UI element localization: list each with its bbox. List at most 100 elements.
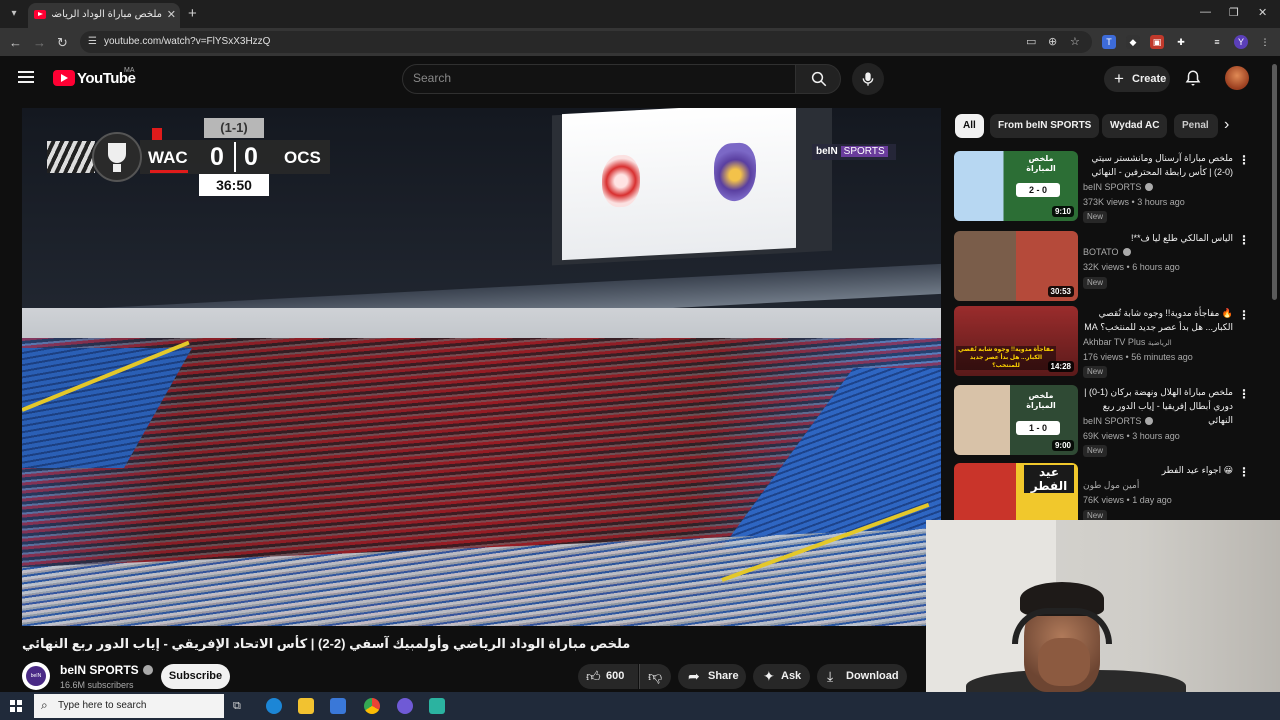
file-explorer-icon[interactable]	[298, 698, 314, 714]
translate-extension-icon[interactable]: T	[1102, 35, 1116, 49]
notifications-bell-icon[interactable]	[1184, 68, 1202, 88]
restore-button[interactable]: ❐	[1229, 6, 1239, 19]
browser-tab[interactable]: ملخص مباراة الوداد الرياضي ✕	[28, 3, 180, 28]
more-options-icon[interactable]: ⋮	[1238, 387, 1250, 401]
verified-badge-icon	[142, 665, 153, 675]
more-options-icon[interactable]: ⋮	[1238, 153, 1250, 167]
chip-penal[interactable]: Penal	[1174, 114, 1218, 138]
upload-age: 1 day ago	[1132, 495, 1172, 505]
more-options-icon[interactable]: ⋮	[1238, 465, 1250, 479]
extension-red-icon[interactable]: ▣	[1150, 35, 1164, 49]
upload-age: 56 minutes ago	[1131, 352, 1193, 362]
microsoft-store-icon[interactable]	[330, 698, 346, 714]
extension-diamond-icon[interactable]: ◆	[1126, 35, 1140, 49]
discord-icon[interactable]	[397, 698, 413, 714]
windows-start-icon[interactable]	[10, 700, 22, 712]
subscribe-button[interactable]: Subscribe	[161, 664, 230, 689]
video-thumbnail[interactable]: مفاجأة مدوية!! وجوه شابة تُقصي الكبار...…	[954, 306, 1078, 376]
browser-menu-icon[interactable]: ⋮	[1258, 35, 1272, 49]
video-title: ملخص مباراة الوداد الرياضي وأولمبيك آسفي…	[22, 636, 631, 651]
video-duration: 9:00	[1051, 440, 1074, 451]
search-input[interactable]	[413, 71, 783, 85]
view-count: 76K views	[1083, 495, 1125, 505]
dislike-button[interactable]: 👎︎	[639, 664, 671, 689]
channel-name[interactable]: beIN SPORTS	[60, 663, 153, 677]
task-view-icon[interactable]: ⧉	[233, 698, 249, 714]
tab-search-icon[interactable]: ▾	[4, 4, 24, 24]
download-button[interactable]: ⤓ Download	[817, 664, 907, 689]
recommended-video[interactable]: عيد الفطر 😀 اجواء عيد الفطر أمين مول طون…	[954, 463, 1270, 521]
thumbnail-score: 2 - 0	[1016, 183, 1060, 197]
recommended-channel-name: Akhbar TV Plus	[1083, 337, 1146, 347]
media-control-icon[interactable]: ≡	[1210, 35, 1224, 49]
chevron-right-icon[interactable]: ›	[1224, 116, 1229, 134]
match-clock: 36:50	[199, 174, 269, 196]
more-options-icon[interactable]: ⋮	[1238, 233, 1250, 247]
minimize-button[interactable]: —	[1200, 6, 1211, 18]
broadcaster-suffix: SPORTS	[840, 146, 888, 157]
recommended-channel[interactable]: BOTATO	[1083, 247, 1131, 257]
create-button[interactable]: + Create	[1104, 66, 1170, 92]
video-thumbnail[interactable]: عيد الفطر	[954, 463, 1078, 521]
bookmark-star-icon[interactable]: ☆	[1070, 35, 1080, 48]
recommended-channel-name: beIN SPORTS	[1083, 416, 1142, 426]
recommended-video[interactable]: مفاجأة مدوية!! وجوه شابة تُقصي الكبار...…	[954, 306, 1270, 378]
url-text[interactable]: youtube.com/watch?v=FlYSxX3HzzQ	[104, 36, 270, 47]
forward-icon[interactable]: →	[33, 35, 46, 50]
thumbnail-caption: ملخص المباراة	[1026, 391, 1056, 410]
thumbs-up-icon: 👍︎	[586, 668, 601, 684]
close-window-button[interactable]: ✕	[1258, 6, 1267, 19]
recommended-channel[interactable]: beIN SPORTS	[1083, 416, 1154, 426]
tab-close-icon[interactable]: ✕	[167, 8, 176, 21]
broadcaster-name: beIN	[816, 146, 838, 157]
recommended-channel-name: BOTATO	[1083, 247, 1119, 257]
search-button[interactable]	[795, 64, 841, 94]
voice-search-button[interactable]	[852, 63, 884, 95]
share-label: Share	[708, 670, 739, 682]
video-thumbnail[interactable]: ملخص المباراة 1 - 0 9:00	[954, 385, 1078, 455]
new-badge: New	[1083, 445, 1108, 457]
cast-icon[interactable]: ▭	[1026, 35, 1036, 48]
video-thumbnail[interactable]: ملخص المباراة 2 - 0 9:10	[954, 151, 1078, 221]
taskbar-search[interactable]: ⌕ Type here to search	[34, 694, 224, 718]
hamburger-menu-icon[interactable]	[18, 71, 34, 83]
recommended-title[interactable]: 🔥 مفاجأة مدوية!! وجوه شابة تُقصي الكبار.…	[1083, 306, 1233, 334]
recommended-video[interactable]: ملخص المباراة 1 - 0 9:00 ملخص مباراة اله…	[954, 385, 1270, 457]
chip-wydad-ac[interactable]: Wydad AC	[1102, 114, 1168, 138]
recommended-channel[interactable]: أمين مول طون	[1083, 480, 1139, 491]
chip-from-bein-sports[interactable]: From beIN SPORTS	[990, 114, 1100, 138]
back-icon[interactable]: ←	[9, 35, 22, 50]
recommended-channel[interactable]: Akhbar TV Plus الرياضية	[1083, 337, 1172, 347]
page-scrollbar[interactable]	[1272, 64, 1277, 300]
recommended-meta: 76K views • 1 day ago	[1083, 495, 1172, 505]
recommended-channel[interactable]: beIN SPORTS	[1083, 182, 1154, 192]
site-info-icon[interactable]: ☰	[88, 36, 97, 47]
recommended-title[interactable]: ملخص مباراة آرسنال ومانشستر سيتي (0-2) |…	[1083, 151, 1233, 179]
chrome-icon[interactable]	[364, 698, 380, 714]
video-thumbnail[interactable]: 30:53	[954, 231, 1078, 301]
like-button[interactable]: 👍︎ 600	[578, 664, 638, 689]
zoom-icon[interactable]: ⊕	[1048, 35, 1057, 48]
recommended-title[interactable]: الياس المالكي طلع ليا ف**!	[1083, 231, 1233, 245]
recommended-video[interactable]: 30:53 الياس المالكي طلع ليا ف**! BOTATO …	[954, 231, 1270, 303]
new-tab-button[interactable]: +	[188, 5, 197, 22]
address-bar[interactable]: ☰ youtube.com/watch?v=FlYSxX3HzzQ ▭ ⊕ ☆	[80, 31, 1092, 53]
thumbs-down-icon: 👎︎	[648, 668, 663, 684]
edge-browser-icon[interactable]	[266, 698, 282, 714]
profile-icon[interactable]: Y	[1234, 35, 1248, 49]
user-avatar[interactable]	[1225, 66, 1249, 90]
search-box[interactable]	[402, 64, 796, 94]
video-duration: 30:53	[1047, 286, 1074, 297]
channel-avatar[interactable]	[22, 662, 50, 690]
recommended-title[interactable]: 😀 اجواء عيد الفطر	[1083, 463, 1233, 477]
chip-all[interactable]: All	[955, 114, 984, 138]
video-player[interactable]: WAC 0 0 OCS (1-1) 36:50 beIN SPORTS	[22, 108, 941, 626]
share-button[interactable]: ➦ Share	[678, 664, 746, 689]
recommended-video[interactable]: ملخص المباراة 2 - 0 9:10 ملخص مباراة آرس…	[954, 151, 1270, 223]
ask-button[interactable]: ✦ Ask	[753, 664, 810, 689]
extensions-puzzle-icon[interactable]: ✚	[1174, 35, 1188, 49]
youtube-logo-icon[interactable]	[53, 70, 75, 86]
reload-icon[interactable]: ↻	[57, 35, 68, 51]
more-options-icon[interactable]: ⋮	[1238, 308, 1250, 322]
app-icon[interactable]	[429, 698, 445, 714]
